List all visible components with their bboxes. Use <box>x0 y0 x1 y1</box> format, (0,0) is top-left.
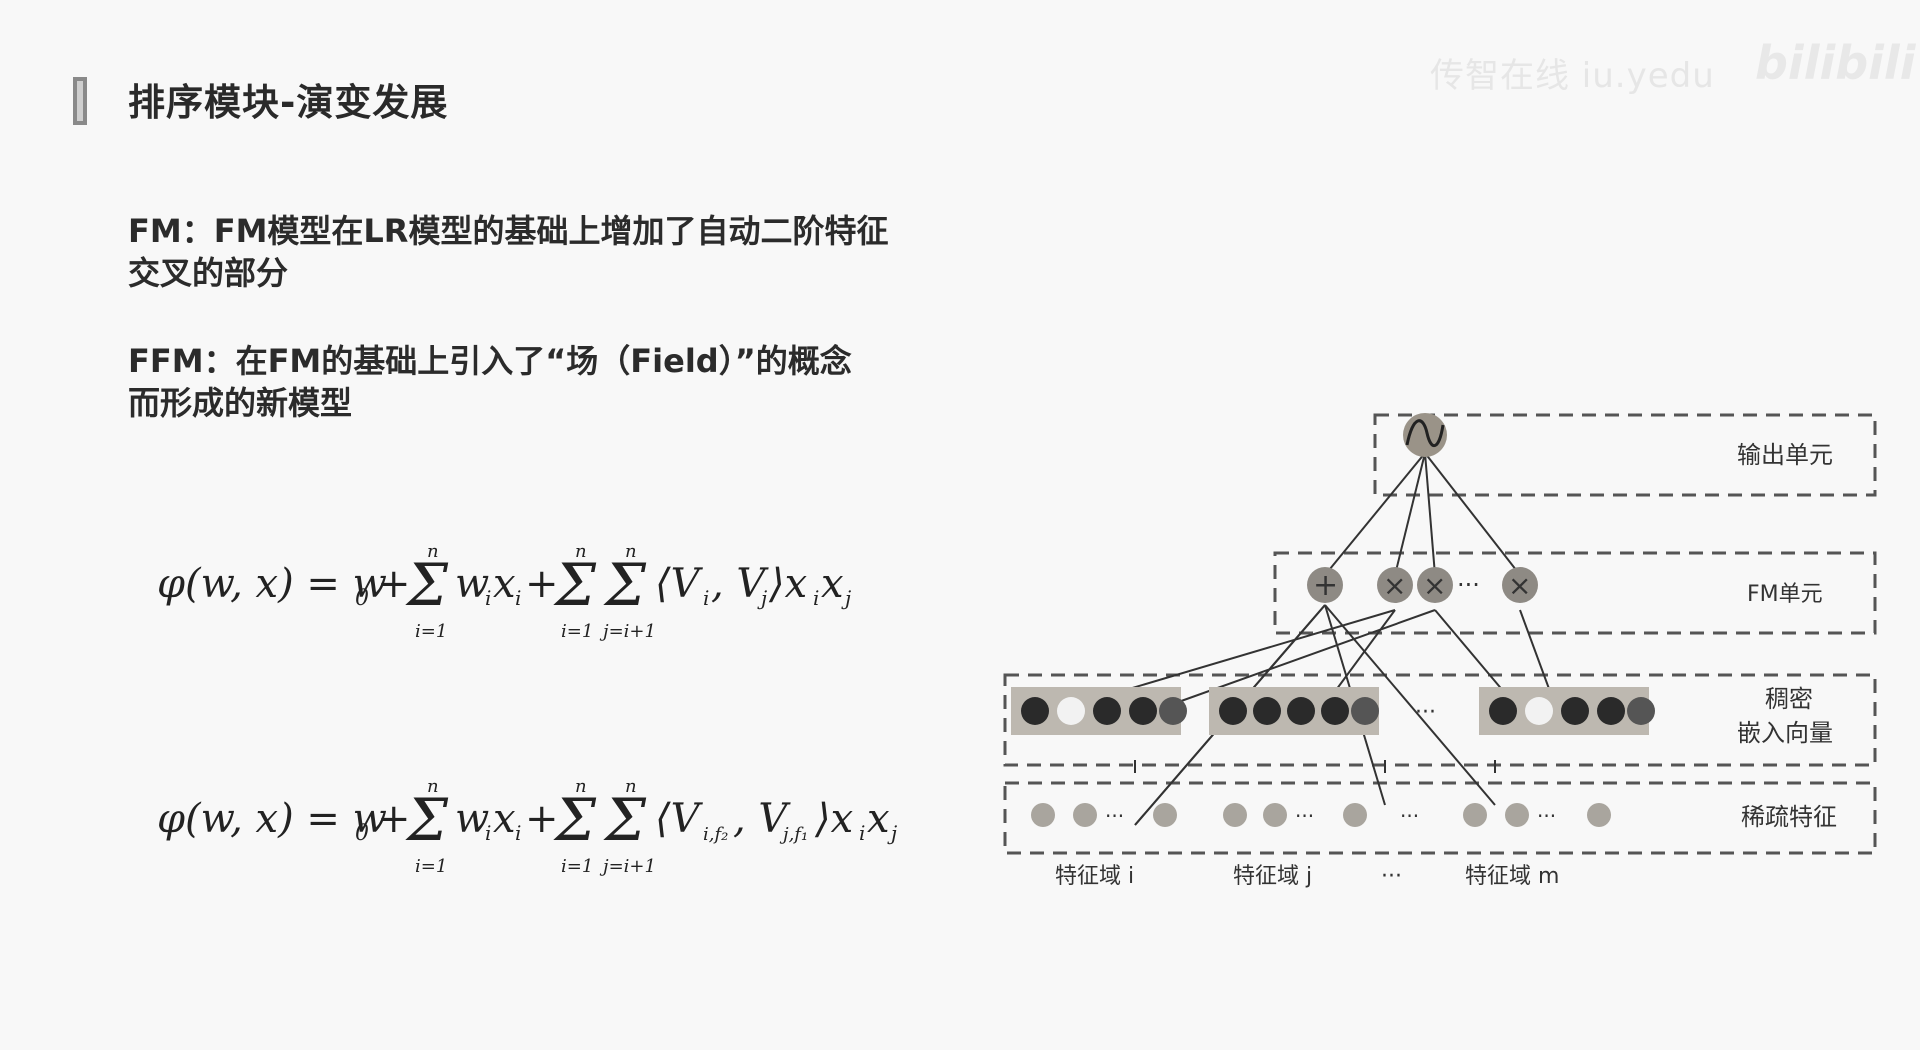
svg-text:x: x <box>867 796 890 842</box>
dense-layer-label-1: 稠密 <box>1765 685 1813 713</box>
dense-layer-label-2: 嵌入向量 <box>1737 719 1833 747</box>
times-icon: × <box>1508 569 1531 602</box>
svg-text:n: n <box>575 776 587 797</box>
sparse-layer-label: 稀疏特征 <box>1741 803 1837 831</box>
svg-text:+: + <box>525 561 559 607</box>
svg-text:i: i <box>859 821 865 845</box>
svg-text:x: x <box>821 561 844 607</box>
output-layer-label: 输出单元 <box>1737 441 1833 469</box>
fm-units: + × × ··· × <box>1307 567 1538 603</box>
svg-text:n: n <box>427 776 439 797</box>
field-label-m: 特征域 m <box>1465 864 1559 889</box>
ffm-description-line2: 而形成的新模型 <box>128 384 353 422</box>
svg-text:x: x <box>493 561 516 607</box>
svg-text:···: ··· <box>1295 804 1314 828</box>
slide-title: 排序模块-演变发展 <box>128 81 449 124</box>
fm-layer-label: FM单元 <box>1747 582 1823 607</box>
embedding-ellipsis: ··· <box>1415 700 1436 725</box>
ffm-description-line1: FFM：在FM的基础上引入了“场（Field）”的概念 <box>128 342 852 380</box>
svg-text:i: i <box>703 586 709 610</box>
svg-text:⟨V: ⟨V <box>655 796 704 842</box>
watermark-text: 传智在线 iu.yedu <box>1430 56 1715 96</box>
ffm-description: FFM：在FM的基础上引入了“场（Field）”的概念 而形成的新模型 <box>128 340 998 424</box>
svg-text:i: i <box>485 821 491 845</box>
field-label-i: 特征域 i <box>1055 864 1134 889</box>
svg-text:x: x <box>493 796 516 842</box>
svg-text:i: i <box>485 586 491 610</box>
svg-text:···: ··· <box>1105 804 1124 828</box>
fm-description-line1: FM：FM模型在LR模型的基础上增加了自动二阶特征 <box>128 212 889 250</box>
ellipsis-icon: ··· <box>1457 571 1480 599</box>
sparse-features: ··· ··· ··· ··· <box>1031 803 1611 828</box>
svg-text:+: + <box>525 796 559 842</box>
svg-text:i=1: i=1 <box>415 856 447 877</box>
svg-text:i: i <box>515 586 521 610</box>
plus-icon: + <box>1313 568 1338 603</box>
svg-text:φ(w, x) = w: φ(w, x) = w <box>157 796 387 842</box>
svg-text:n: n <box>625 776 637 797</box>
svg-text:n: n <box>625 541 637 562</box>
ffm-network-diagram: 输出单元 FM单元 稠密 嵌入向量 稀疏特征 + × × ··· × ··· ·… <box>1003 413 1877 889</box>
field-label-j: 特征域 j <box>1233 864 1312 889</box>
times-icon: × <box>1383 569 1406 602</box>
svg-text:···: ··· <box>1400 804 1419 828</box>
svg-text:i=1: i=1 <box>561 856 593 877</box>
svg-text:i: i <box>515 821 521 845</box>
svg-text:⟩x: ⟩x <box>814 796 853 842</box>
svg-text:n: n <box>575 541 587 562</box>
connection-lines <box>1074 452 1556 826</box>
slide: 排序模块-演变发展 传智在线 iu.yedu bilibili FM：FM模型在… <box>0 0 1920 1050</box>
svg-text:0: 0 <box>355 821 369 846</box>
svg-text:···: ··· <box>1537 804 1556 828</box>
svg-text:j=i+1: j=i+1 <box>599 621 656 642</box>
svg-text:i=1: i=1 <box>561 621 593 642</box>
svg-text:j=i+1: j=i+1 <box>599 856 656 877</box>
svg-text:+: + <box>377 796 411 842</box>
svg-text:n: n <box>427 541 439 562</box>
svg-text:⟨V: ⟨V <box>655 561 704 607</box>
svg-text:i=1: i=1 <box>415 621 447 642</box>
svg-text:+: + <box>377 561 411 607</box>
svg-text:j,f₁: j,f₁ <box>779 824 808 845</box>
field-label-dots: ··· <box>1381 864 1402 889</box>
svg-text:i,f₂: i,f₂ <box>703 824 728 845</box>
ffm-formula: φ(w, x) = w 0 + Σ n i=1 wi xi + Σ n i=1 … <box>157 776 897 877</box>
svg-text:0: 0 <box>355 586 369 611</box>
bilibili-logo: bilibili <box>1755 36 1916 90</box>
svg-text:⟩x: ⟩x <box>768 561 807 607</box>
times-icon: × <box>1423 569 1446 602</box>
fm-formula: φ(w, x) = w 0 + Σ n i=1 wi xi + Σ n i=1 … <box>157 541 851 642</box>
dense-embeddings: ··· <box>1011 687 1655 735</box>
title-accent-bar <box>73 77 87 125</box>
svg-text:i: i <box>813 586 819 610</box>
fm-description-line2: 交叉的部分 <box>128 254 289 292</box>
fm-description: FM：FM模型在LR模型的基础上增加了自动二阶特征 交叉的部分 <box>128 210 998 294</box>
svg-text:φ(w, x) = w: φ(w, x) = w <box>157 561 387 607</box>
